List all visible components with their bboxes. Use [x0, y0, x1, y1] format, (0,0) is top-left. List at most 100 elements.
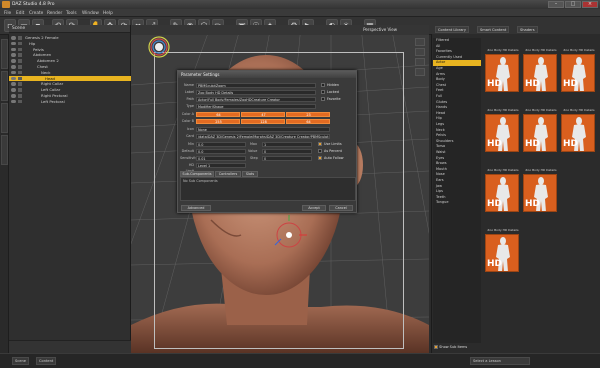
tree-row[interactable]: Hip — [9, 41, 131, 47]
locked-checkbox[interactable] — [321, 90, 325, 94]
color-b-b[interactable]: 64 — [286, 118, 330, 124]
use-limits-checkbox[interactable] — [318, 142, 322, 146]
minimize-button[interactable]: – — [548, 1, 564, 8]
advanced-button[interactable]: Advanced — [181, 205, 211, 211]
lock-icon[interactable] — [18, 76, 22, 81]
category-item[interactable]: Feet — [433, 88, 481, 93]
lesson-select[interactable]: Select a Lesson — [470, 357, 530, 365]
visibility-eye-icon[interactable] — [11, 41, 16, 46]
category-item[interactable]: Nose — [433, 172, 481, 177]
lock-icon[interactable] — [18, 99, 22, 104]
category-item[interactable]: Tongue — [433, 200, 481, 205]
category-item[interactable]: Brows — [433, 161, 481, 166]
category-item[interactable]: Jaw — [433, 184, 481, 189]
category-item[interactable]: Full — [433, 94, 481, 99]
asset-thumbnail[interactable]: HD — [485, 174, 519, 212]
tree-row[interactable]: Head — [9, 75, 131, 82]
left-tab-scene[interactable] — [1, 39, 8, 69]
tree-row[interactable]: Abdomen 2 — [9, 58, 131, 64]
lock-icon[interactable] — [18, 70, 22, 75]
path-field[interactable]: Actor/Full Body/Females/ZooHDCreature Cr… — [196, 96, 316, 102]
tree-row[interactable]: Left Pectoral — [9, 99, 131, 105]
menu-edit[interactable]: Edit — [16, 11, 24, 16]
left-tab-surfaces[interactable] — [1, 103, 8, 133]
lock-icon[interactable] — [18, 41, 22, 46]
menu-window[interactable]: Window — [82, 11, 99, 16]
menu-help[interactable]: Help — [103, 11, 113, 16]
default-field[interactable]: 0.0 — [196, 148, 246, 154]
category-item[interactable]: All — [433, 44, 481, 49]
lock-icon[interactable] — [18, 59, 22, 63]
max-field[interactable]: 1 — [262, 141, 312, 147]
tree-row[interactable]: Genesis 2 Female — [9, 35, 131, 41]
category-item[interactable]: Eyes — [433, 156, 481, 161]
category-item[interactable]: Legs — [433, 122, 481, 127]
asset-thumbnail[interactable]: HD — [523, 114, 557, 152]
asset-thumbnail[interactable]: HD — [561, 114, 595, 152]
category-item[interactable]: Pelvis — [433, 133, 481, 138]
visibility-eye-icon[interactable] — [11, 88, 16, 92]
card-field[interactable]: /data/DAZ 3D/Genesis 2/Female/Morphs/DAZ… — [196, 133, 330, 139]
hd-limit-select[interactable]: Level 1 — [196, 162, 246, 168]
value-field[interactable]: 0 — [262, 148, 312, 154]
category-item[interactable]: Arms — [433, 72, 481, 77]
visibility-eye-icon[interactable] — [11, 65, 16, 69]
sensitivity-field[interactable]: 0.01 — [196, 155, 246, 161]
left-tab-parameters[interactable] — [1, 71, 8, 101]
tree-row[interactable]: Abdomen — [9, 52, 131, 58]
view-navigation-sphere-icon[interactable] — [148, 36, 170, 58]
bottom-tab-scene[interactable]: Scene — [12, 357, 29, 365]
tree-row[interactable]: Right Pectoral — [9, 93, 131, 99]
type-select[interactable]: Modifier/Shape — [196, 103, 316, 109]
asset-thumbnail[interactable]: HD — [561, 54, 595, 92]
icon-select[interactable]: None — [196, 126, 330, 132]
menu-create[interactable]: Create — [29, 11, 43, 16]
visibility-eye-icon[interactable] — [11, 53, 16, 57]
accept-button[interactable]: Accept — [302, 205, 326, 211]
color-a-r[interactable]: 64 — [196, 111, 240, 117]
category-item[interactable]: Favorites — [433, 49, 481, 54]
visibility-eye-icon[interactable] — [11, 94, 16, 98]
color-a-b[interactable]: 23 — [286, 111, 330, 117]
hidden-checkbox[interactable] — [321, 83, 325, 87]
lock-icon[interactable] — [18, 82, 22, 86]
category-item[interactable]: Shoulders — [433, 139, 481, 144]
show-sub-items-checkbox[interactable] — [434, 345, 438, 349]
close-button[interactable]: × — [582, 1, 598, 8]
category-item[interactable]: Age — [433, 66, 481, 71]
category-item[interactable]: Ears — [433, 178, 481, 183]
visibility-eye-icon[interactable] — [11, 76, 16, 81]
category-item[interactable]: Hip — [433, 116, 481, 121]
name-field[interactable]: PBMSculptZoom — [196, 82, 316, 88]
asset-thumbnail[interactable]: HD — [485, 114, 519, 152]
tab-smart-content[interactable]: Smart Content — [477, 26, 510, 33]
lock-icon[interactable] — [18, 53, 22, 57]
category-item[interactable]: Teeth — [433, 195, 481, 200]
asset-thumbnail[interactable]: HD — [485, 234, 519, 272]
lock-icon[interactable] — [18, 47, 22, 52]
category-item[interactable]: Body — [433, 77, 481, 82]
auto-follow-checkbox[interactable] — [318, 156, 322, 160]
left-tab-shaping[interactable] — [1, 135, 8, 165]
color-a-g[interactable]: 47 — [241, 111, 285, 117]
visibility-eye-icon[interactable] — [11, 82, 16, 86]
asset-thumbnail[interactable]: HD — [523, 54, 557, 92]
category-item[interactable]: Mouth — [433, 167, 481, 172]
menu-render[interactable]: Render — [47, 11, 62, 16]
category-item[interactable]: Neck — [433, 128, 481, 133]
category-item[interactable]: Hands — [433, 105, 481, 110]
category-item[interactable]: Lips — [433, 189, 481, 194]
category-item[interactable]: Torso — [433, 144, 481, 149]
favorite-checkbox[interactable] — [321, 97, 325, 101]
pan-icon[interactable] — [415, 48, 425, 56]
visibility-eye-icon[interactable] — [11, 36, 16, 40]
color-b-g[interactable]: 128 — [241, 118, 285, 124]
menu-tools[interactable]: Tools — [66, 11, 77, 16]
visibility-eye-icon[interactable] — [11, 70, 16, 75]
orbit-icon[interactable] — [415, 38, 425, 46]
category-item[interactable]: Head — [433, 111, 481, 116]
tree-row[interactable]: Chest — [9, 64, 131, 70]
visibility-eye-icon[interactable] — [11, 47, 16, 52]
cancel-button[interactable]: Cancel — [329, 205, 353, 211]
min-field[interactable]: 0.0 — [196, 141, 246, 147]
